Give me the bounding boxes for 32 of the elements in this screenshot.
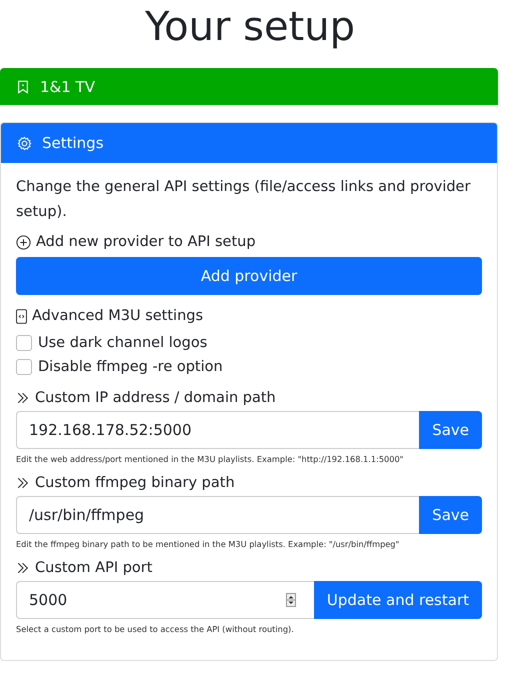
plus-circle-icon — [16, 234, 31, 250]
double-chevron-icon — [16, 476, 30, 490]
add-provider-button[interactable]: Add provider — [16, 257, 482, 295]
page-title: Your setup — [144, 3, 356, 52]
save-button[interactable]: Save — [419, 496, 482, 534]
input-field[interactable]: 192.168.178.52:5000 — [16, 411, 420, 449]
double-chevron-icon — [16, 561, 30, 575]
gear-icon — [17, 136, 32, 150]
section-label: Advanced M3U settings — [32, 307, 204, 326]
help-text: Edit the web address/port mentioned in the M3U playlists. Example: "http://192.168.1.1:5000" — [16, 454, 404, 464]
spinner-icon[interactable] — [286, 593, 296, 607]
checkbox[interactable] — [16, 335, 32, 351]
settings-title: Settings — [42, 134, 104, 152]
save-button[interactable]: Update and restart — [314, 581, 482, 619]
help-text: Select a custom port to be used to access the API (without routing). — [16, 624, 295, 634]
field-label: Custom API port — [35, 559, 152, 578]
provider-bar[interactable]: 1&1 TV — [0, 68, 498, 105]
field-label: Custom ffmpeg binary path — [35, 474, 235, 493]
help-text: Edit the ffmpeg binary path to be mentioned in the M3U playlists. Example: "/usr/bin/ffmpeg" — [16, 539, 400, 549]
input-field[interactable]: /usr/bin/ffmpeg — [16, 496, 420, 534]
settings-description: Change the general API settings (file/access links and provider setup). — [16, 178, 472, 222]
checkbox-label: Disable ffmpeg -re option — [38, 358, 223, 377]
section-label: Add new provider to API setup — [36, 233, 256, 252]
checkbox[interactable] — [16, 359, 32, 375]
bookmark-icon — [16, 80, 30, 94]
save-button[interactable]: Save — [419, 411, 482, 449]
provider-label: 1&1 TV — [40, 78, 95, 96]
double-chevron-icon — [16, 391, 30, 405]
checkbox-label: Use dark channel logos — [38, 334, 208, 353]
code-file-icon — [16, 308, 27, 324]
field-label: Custom IP address / domain path — [35, 389, 276, 408]
input-field[interactable]: 5000 — [16, 581, 314, 619]
